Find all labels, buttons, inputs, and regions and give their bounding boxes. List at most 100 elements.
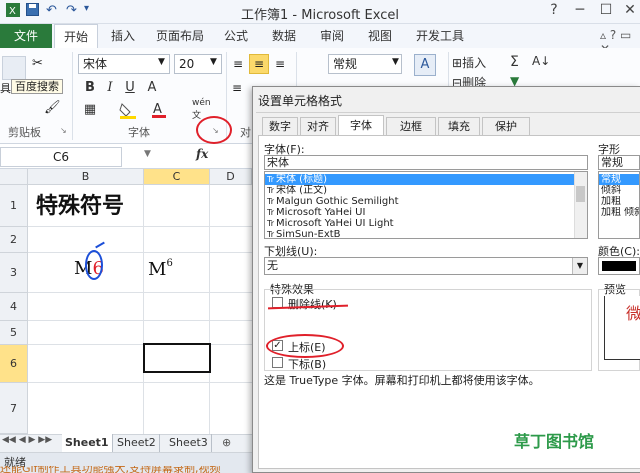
status-overlay-text: 还能Gif制作工具功能强大,支持屏幕录制,视频: [0, 466, 221, 473]
row-header-4[interactable]: 4: [0, 293, 28, 321]
font-list-item-label: 宋体 (正文): [276, 185, 327, 196]
font-list-item[interactable]: Tr 宋体 (正文): [265, 185, 587, 196]
style-input[interactable]: 常规: [598, 155, 640, 170]
tab-home[interactable]: 开始: [54, 24, 98, 48]
font-color-icon[interactable]: A: [150, 100, 174, 120]
chevron-down-icon[interactable]: ▼: [158, 57, 165, 67]
chevron-down-icon[interactable]: ▼: [572, 258, 587, 274]
tab-insert[interactable]: 插入: [104, 24, 142, 48]
tab-file[interactable]: 文件: [0, 24, 52, 48]
italic-button[interactable]: I: [100, 78, 120, 98]
tab-developer[interactable]: 开发工具: [410, 24, 470, 48]
row-header-1[interactable]: 1: [0, 185, 28, 227]
bold-button[interactable]: B: [80, 78, 100, 98]
insert-cells-button[interactable]: ⊞插入: [452, 54, 486, 71]
column-header-b[interactable]: B: [28, 169, 144, 185]
number-format-box[interactable]: 常规: [328, 54, 402, 74]
active-cell-c6[interactable]: [143, 343, 211, 373]
style-list-item[interactable]: 加粗 倾斜: [599, 207, 639, 218]
dialog-tab-number[interactable]: 数字: [262, 117, 298, 135]
paste-icon[interactable]: [2, 56, 26, 80]
font-list-item[interactable]: Tr 宋体 (标题): [265, 174, 587, 185]
clipboard-launcher-icon[interactable]: ↘: [60, 126, 67, 135]
new-sheet-icon[interactable]: ⊕: [222, 436, 231, 449]
column-header-d[interactable]: D: [210, 169, 252, 185]
align-middle-icon[interactable]: ≡: [249, 54, 269, 74]
insert-function-button[interactable]: fx: [196, 147, 208, 161]
chevron-down-icon[interactable]: ▼: [210, 57, 217, 67]
font-list[interactable]: Tr 宋体 (标题) Tr 宋体 (正文) Tr Malgun Gothic Semi…: [264, 171, 588, 240]
minimize-button[interactable]: ─: [566, 2, 594, 22]
fill-color-icon[interactable]: [118, 100, 142, 120]
cell-b1[interactable]: 特殊符号: [36, 188, 124, 220]
chevron-down-icon[interactable]: ▼: [392, 57, 399, 67]
tab-formulas[interactable]: 公式: [218, 24, 254, 48]
sheet-tab-3[interactable]: Sheet3: [166, 434, 212, 452]
border-icon[interactable]: ▦: [80, 100, 100, 120]
name-box-dropdown-icon[interactable]: ▼: [144, 149, 151, 159]
row-header-3[interactable]: 3: [0, 253, 28, 293]
style-list-item[interactable]: 倾斜: [599, 185, 639, 196]
autosum-button[interactable]: Σ: [510, 54, 519, 70]
sheet-nav-icon[interactable]: ◀◀ ◀ ▶ ▶▶: [2, 435, 52, 445]
font-list-scrollbar[interactable]: [574, 172, 587, 238]
tab-page-layout[interactable]: 页面布局: [150, 24, 210, 48]
align-left-icon[interactable]: ≡: [232, 78, 252, 98]
dialog-tab-font[interactable]: 字体: [338, 115, 384, 135]
align-bottom-icon[interactable]: ≡: [270, 54, 290, 74]
style-list-item[interactable]: 常规: [599, 174, 639, 185]
column-header-c[interactable]: C: [144, 169, 210, 185]
row-header-5[interactable]: 5: [0, 321, 28, 345]
sort-filter-icon[interactable]: A↓: [532, 54, 550, 68]
truetype-icon: Tr: [267, 175, 274, 184]
group-font-label: 字体: [128, 126, 150, 139]
font-list-item[interactable]: Tr Microsoft YaHei UI Light: [265, 218, 587, 229]
style-list-item[interactable]: 加粗: [599, 196, 639, 207]
truetype-icon: Tr: [267, 186, 274, 195]
tab-data[interactable]: 数据: [266, 24, 302, 48]
color-picker[interactable]: [598, 257, 640, 275]
sheet-tab-1[interactable]: Sheet1: [62, 434, 113, 452]
font-list-item-label: 宋体 (标题): [276, 174, 327, 185]
tab-review[interactable]: 审阅: [314, 24, 350, 48]
conditional-format-icon[interactable]: A: [414, 54, 436, 76]
scrollbar-thumb[interactable]: [576, 186, 585, 202]
cell-c3-base: M: [148, 259, 167, 280]
font-input[interactable]: 宋体: [264, 155, 588, 170]
truetype-icon: Tr: [267, 197, 274, 206]
font-list-item[interactable]: Tr SimSun-ExtB: [265, 229, 587, 240]
row-header-6[interactable]: 6: [0, 345, 28, 383]
strikethrough-label: 删除线(K): [288, 298, 337, 311]
format-painter-icon[interactable]: 🖌: [44, 100, 61, 115]
font-name-box[interactable]: 宋体: [78, 54, 170, 74]
underline-button[interactable]: U: [120, 78, 140, 98]
cell-c3[interactable]: M6: [148, 258, 173, 280]
gridline: [28, 320, 252, 321]
gridline: [209, 185, 210, 434]
cut-icon[interactable]: ✂: [32, 56, 43, 71]
group-divider: [72, 52, 73, 140]
font-list-item-label: SimSun-ExtB: [276, 229, 341, 240]
annotation-red-circle: [196, 116, 232, 144]
select-all-corner[interactable]: [0, 169, 28, 185]
dialog-tab-alignment[interactable]: 对齐: [300, 117, 336, 135]
row-header-7[interactable]: 7: [0, 383, 28, 434]
dialog-tab-protection[interactable]: 保护: [482, 117, 530, 135]
close-button[interactable]: ✕: [616, 2, 640, 22]
font-list-item[interactable]: Tr Malgun Gothic Semilight: [265, 196, 587, 207]
underline-select[interactable]: 无: [264, 257, 588, 275]
subscript-checkbox[interactable]: [272, 357, 283, 368]
name-box[interactable]: C6: [0, 147, 122, 167]
dialog-tab-border[interactable]: 边框: [386, 117, 436, 135]
row-header-2[interactable]: 2: [0, 227, 28, 253]
tab-view[interactable]: 视图: [362, 24, 398, 48]
style-list[interactable]: 常规 倾斜 加粗 加粗 倾斜: [598, 171, 640, 239]
align-top-icon[interactable]: ≡: [228, 54, 248, 74]
sheet-tab-2[interactable]: Sheet2: [114, 434, 160, 452]
font-list-item[interactable]: Tr Microsoft YaHei UI: [265, 207, 587, 218]
cell-c3-superscript: 6: [166, 258, 173, 269]
dialog-tab-fill[interactable]: 填充: [438, 117, 480, 135]
help-icon[interactable]: ?: [540, 2, 568, 22]
truetype-icon: Tr: [267, 208, 274, 217]
font-grow-icon[interactable]: A: [142, 78, 162, 98]
